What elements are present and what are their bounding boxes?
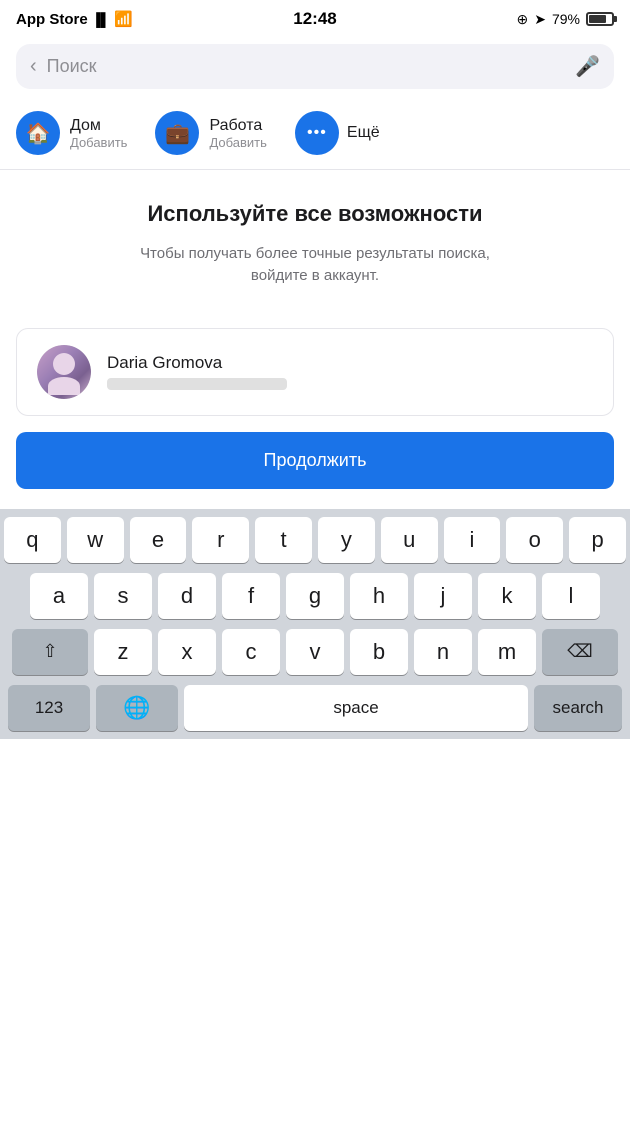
battery-fill <box>589 15 606 23</box>
status-carrier: App Store ▐▌ 📶 <box>16 10 133 28</box>
delete-key[interactable]: ⌫ <box>542 629 618 675</box>
globe-key[interactable]: 🌐 <box>96 685 178 731</box>
continue-button-wrap: Продолжить <box>16 432 614 489</box>
signal-icon: ▐▌ <box>92 12 110 27</box>
keyboard-bottom-row: 123 🌐 space search <box>4 685 626 739</box>
key-j[interactable]: j <box>414 573 472 619</box>
quick-item-home[interactable]: 🏠 Дом Добавить <box>16 111 127 155</box>
account-email-masked <box>107 378 287 390</box>
promo-section: Используйте все возможности Чтобы получа… <box>0 170 630 308</box>
promo-subtitle: Чтобы получать более точные результаты п… <box>24 243 606 288</box>
account-name: Daria Gromova <box>107 353 593 373</box>
key-f[interactable]: f <box>222 573 280 619</box>
search-key[interactable]: search <box>534 685 622 731</box>
key-q[interactable]: q <box>4 517 61 563</box>
key-g[interactable]: g <box>286 573 344 619</box>
key-w[interactable]: w <box>67 517 124 563</box>
continue-button[interactable]: Продолжить <box>16 432 614 489</box>
avatar-image <box>37 345 91 399</box>
keyboard: q w e r t y u i o p a s d f g h j k l ⇧ … <box>0 509 630 739</box>
battery-percent: 79% <box>552 11 580 27</box>
key-a[interactable]: a <box>30 573 88 619</box>
keyboard-row-2: a s d f g h j k l <box>4 573 626 619</box>
back-button[interactable]: ‹ <box>30 55 37 78</box>
key-y[interactable]: y <box>318 517 375 563</box>
key-i[interactable]: i <box>444 517 501 563</box>
key-x[interactable]: x <box>158 629 216 675</box>
key-s[interactable]: s <box>94 573 152 619</box>
key-m[interactable]: m <box>478 629 536 675</box>
key-r[interactable]: r <box>192 517 249 563</box>
quick-item-work[interactable]: 💼 Работа Добавить <box>155 111 266 155</box>
key-v[interactable]: v <box>286 629 344 675</box>
key-l[interactable]: l <box>542 573 600 619</box>
work-label: Работа <box>209 117 266 135</box>
shift-key[interactable]: ⇧ <box>12 629 88 675</box>
wifi-icon: 📶 <box>114 10 133 28</box>
key-z[interactable]: z <box>94 629 152 675</box>
numbers-key[interactable]: 123 <box>8 685 90 731</box>
key-t[interactable]: t <box>255 517 312 563</box>
keyboard-row-1: q w e r t y u i o p <box>4 517 626 563</box>
work-icon: 💼 <box>155 111 199 155</box>
work-sub: Добавить <box>209 135 266 150</box>
promo-title: Используйте все возможности <box>24 200 606 229</box>
home-sub: Добавить <box>70 135 127 150</box>
quick-item-more[interactable]: ••• Ещё <box>295 111 380 155</box>
key-b[interactable]: b <box>350 629 408 675</box>
key-h[interactable]: h <box>350 573 408 619</box>
key-o[interactable]: o <box>506 517 563 563</box>
location-icon: ➤ <box>534 11 546 28</box>
search-placeholder: Поиск <box>47 56 565 77</box>
carrier-text: App Store <box>16 11 88 28</box>
keyboard-row-3: ⇧ z x c v b n m ⌫ <box>4 629 626 675</box>
key-k[interactable]: k <box>478 573 536 619</box>
key-c[interactable]: c <box>222 629 280 675</box>
status-bar: App Store ▐▌ 📶 12:48 ⊕ ➤ 79% <box>0 0 630 36</box>
key-d[interactable]: d <box>158 573 216 619</box>
search-bar[interactable]: ‹ Поиск 🎤 <box>16 44 614 89</box>
quick-access-row: 🏠 Дом Добавить 💼 Работа Добавить ••• Ещё <box>0 101 630 170</box>
search-bar-container: ‹ Поиск 🎤 <box>0 36 630 101</box>
status-right: ⊕ ➤ 79% <box>517 11 615 28</box>
home-label: Дом <box>70 117 127 135</box>
key-u[interactable]: u <box>381 517 438 563</box>
account-card: Daria Gromova <box>16 328 614 416</box>
key-n[interactable]: n <box>414 629 472 675</box>
more-icon: ••• <box>295 111 339 155</box>
space-key[interactable]: space <box>184 685 528 731</box>
status-time: 12:48 <box>293 9 336 29</box>
avatar <box>37 345 91 399</box>
key-p[interactable]: p <box>569 517 626 563</box>
battery-icon <box>586 12 614 26</box>
target-icon: ⊕ <box>517 11 529 28</box>
more-label: Ещё <box>347 124 380 142</box>
key-e[interactable]: e <box>130 517 187 563</box>
microphone-icon[interactable]: 🎤 <box>575 54 600 79</box>
home-icon: 🏠 <box>16 111 60 155</box>
